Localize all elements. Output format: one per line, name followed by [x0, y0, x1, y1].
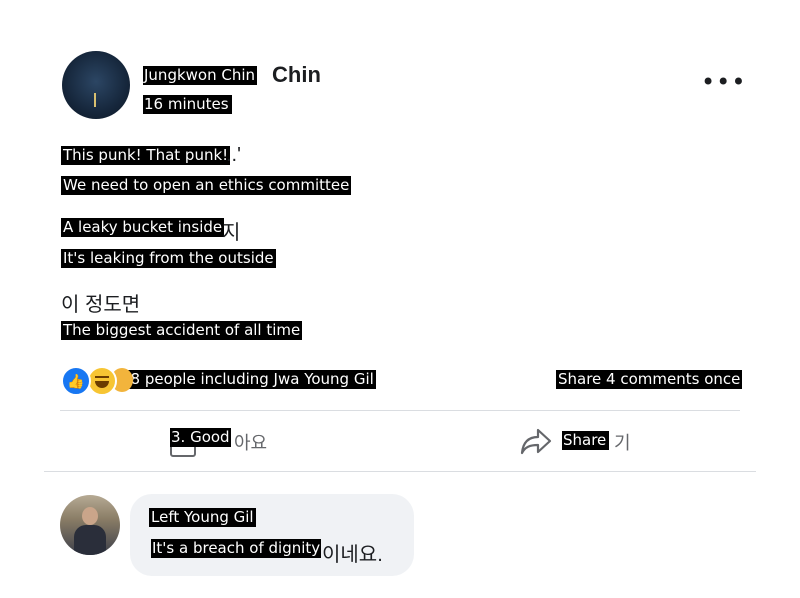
post-line-6: The biggest accident of all time: [61, 321, 303, 340]
like-reaction-icon: 👍: [61, 366, 91, 396]
author-name[interactable]: Jungkwon Chin: [143, 66, 258, 85]
share-button[interactable]: Share 기: [520, 423, 720, 457]
post-timestamp[interactable]: 16 minutes: [143, 95, 232, 114]
more-options-icon[interactable]: •••: [701, 68, 746, 96]
author-avatar[interactable]: [62, 51, 130, 119]
post-line-2: We need to open an ethics committee: [61, 176, 352, 195]
post-line-4: It's leaking from the outside: [61, 249, 276, 268]
like-button-label-tail: 아요: [234, 433, 268, 453]
share-arrow-icon: [520, 428, 552, 455]
share-button-label-tail: 기: [614, 433, 631, 453]
post-line-3-tail: 지: [222, 222, 241, 244]
divider-top: [60, 410, 740, 411]
share-button-label: Share: [562, 431, 610, 450]
post-line-3: A leaky bucket inside: [61, 218, 225, 237]
post-line-1-tail: ..': [226, 144, 241, 166]
post-line-5: 이 정도면: [61, 294, 141, 316]
haha-reaction-icon: [87, 366, 117, 396]
reaction-summary[interactable]: 78 people including Jwa Young Gil: [119, 370, 376, 389]
comment-text: It's a breach of dignity: [151, 539, 322, 558]
reaction-icons[interactable]: 👍: [61, 366, 133, 396]
like-button[interactable]: 3. Good 아요: [170, 423, 370, 457]
commenter-avatar[interactable]: [60, 495, 120, 555]
author-name-tail: Chin: [272, 62, 321, 87]
divider-bottom: [44, 471, 756, 472]
like-button-label: 3. Good: [170, 428, 231, 447]
comment-text-tail: 이네요.: [322, 544, 383, 566]
comments-shares-count[interactable]: Share 4 comments once: [556, 370, 743, 389]
post-line-1: This punk! That punk!: [61, 146, 231, 165]
commenter-name[interactable]: Left Young Gil: [149, 508, 256, 527]
